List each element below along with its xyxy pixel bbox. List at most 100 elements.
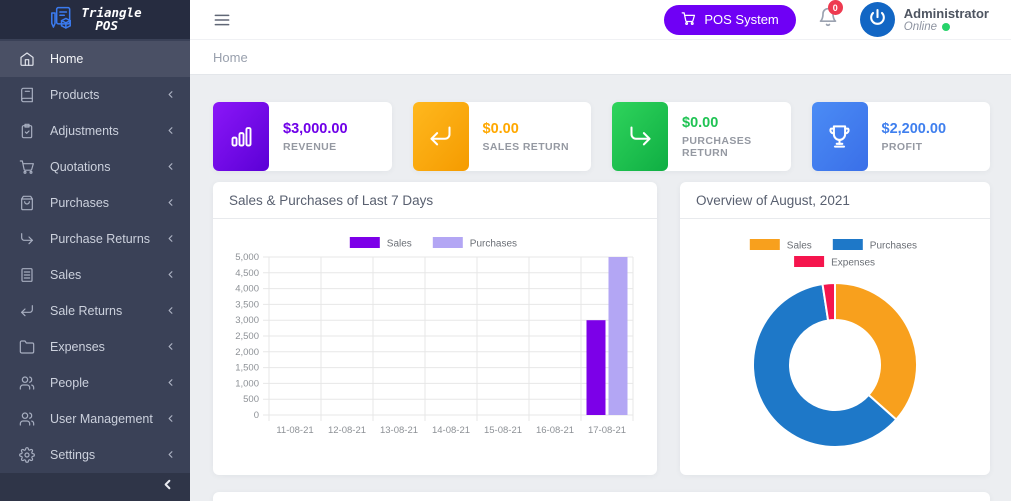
svg-text:13-08-21: 13-08-21: [380, 425, 418, 436]
sidebar-item-people[interactable]: People: [0, 365, 190, 401]
sidebar-item-adjustments[interactable]: Adjustments: [0, 113, 190, 149]
chevron-left-icon: [165, 125, 176, 136]
sidebar-item-expenses[interactable]: Expenses: [0, 329, 190, 365]
svg-text:4,500: 4,500: [235, 268, 259, 279]
stat-label: PURCHASES RETURN: [682, 135, 791, 159]
donut-chart-title: Overview of August, 2021: [680, 182, 990, 219]
stat-value: $0.00: [682, 115, 791, 131]
menu-toggle-icon[interactable]: [212, 10, 232, 30]
svg-text:17-08-21: 17-08-21: [588, 425, 626, 436]
svg-text:12-08-21: 12-08-21: [328, 425, 366, 436]
stat-label: SALES RETURN: [483, 141, 569, 153]
svg-text:15-08-21: 15-08-21: [484, 425, 522, 436]
sidebar-item-sale-returns[interactable]: Sale Returns: [0, 293, 190, 329]
dashboard-content: $3,000.00 REVENUE $0.00 SALES RETURN $0.…: [190, 75, 1011, 501]
power-icon: [868, 8, 887, 32]
purchases-icon: [19, 195, 35, 211]
adjustments-icon: [19, 123, 35, 139]
sidebar-item-label: Purchases: [50, 196, 109, 210]
sidebar-item-user-management[interactable]: User Management: [0, 401, 190, 437]
svg-text:Expenses: Expenses: [831, 258, 875, 269]
chevron-left-icon: [165, 161, 176, 172]
svg-text:Sales: Sales: [387, 239, 412, 250]
expenses-icon: [19, 339, 35, 355]
sidebar-item-label: Expenses: [50, 340, 105, 354]
sidebar-item-quotations[interactable]: Quotations: [0, 149, 190, 185]
svg-text:16-08-21: 16-08-21: [536, 425, 574, 436]
sidebar-item-purchases[interactable]: Purchases: [0, 185, 190, 221]
svg-text:Purchases: Purchases: [870, 241, 917, 252]
svg-text:3,000: 3,000: [235, 315, 259, 326]
sidebar-item-home[interactable]: Home: [0, 41, 190, 77]
sidebar-item-label: Adjustments: [50, 124, 119, 138]
stat-card-purchases-return: $0.00 PURCHASES RETURN: [612, 102, 791, 171]
sidebar-item-products[interactable]: Products: [0, 77, 190, 113]
sidebar-item-settings[interactable]: Settings: [0, 437, 190, 473]
chevron-left-icon: [160, 477, 175, 497]
stat-card-sales-return: $0.00 SALES RETURN: [413, 102, 592, 171]
svg-text:5,000: 5,000: [235, 252, 259, 263]
stat-label: PROFIT: [882, 141, 947, 153]
sidebar: TrianglePOS Home Products Adjustments Qu…: [0, 0, 190, 501]
sidebar-item-label: Products: [50, 88, 99, 102]
chevron-left-icon: [165, 341, 176, 352]
user-name: Administrator: [904, 6, 989, 22]
sidebar-item-label: Settings: [50, 448, 95, 462]
purchase-returns-icon: [19, 231, 35, 247]
notifications-bell[interactable]: 0: [818, 7, 838, 32]
trophy-icon: [812, 102, 868, 171]
svg-text:4,000: 4,000: [235, 284, 259, 295]
sidebar-item-label: Sale Returns: [50, 304, 122, 318]
svg-text:2,000: 2,000: [235, 347, 259, 358]
svg-text:1,000: 1,000: [235, 378, 259, 389]
sidebar-item-purchase-returns[interactable]: Purchase Returns: [0, 221, 190, 257]
user-management-icon: [19, 411, 35, 427]
chevron-left-icon: [165, 377, 176, 388]
donut-chart: Sales Purchases Expenses: [696, 225, 974, 470]
brand-logo[interactable]: TrianglePOS: [0, 0, 190, 39]
main-area: POS System 0 Administrator: [190, 0, 1011, 501]
pos-system-button[interactable]: POS System: [664, 5, 795, 35]
brand-logo-icon: [48, 6, 74, 32]
sidebar-item-sales[interactable]: Sales: [0, 257, 190, 293]
charts-row: Sales & Purchases of Last 7 Days SalesPu…: [213, 182, 990, 475]
chevron-left-icon: [165, 269, 176, 280]
sidebar-item-label: Home: [50, 52, 83, 66]
svg-text:Sales: Sales: [787, 241, 812, 252]
app: TrianglePOS Home Products Adjustments Qu…: [0, 0, 1011, 501]
stat-card-revenue: $3,000.00 REVENUE: [213, 102, 392, 171]
settings-icon: [19, 447, 35, 463]
donut-chart-card: Overview of August, 2021 Sales Purchases E…: [680, 182, 990, 475]
chevron-left-icon: [165, 89, 176, 100]
bottom-card: [213, 492, 990, 501]
stats-row: $3,000.00 REVENUE $0.00 SALES RETURN $0.…: [213, 102, 990, 171]
breadcrumb[interactable]: Home: [213, 50, 248, 65]
chevron-left-icon: [165, 413, 176, 424]
stat-value: $2,200.00: [882, 121, 947, 137]
user-status: Online: [904, 21, 937, 33]
home-icon: [19, 51, 35, 67]
sidebar-item-label: Sales: [50, 268, 81, 282]
top-navbar: POS System 0 Administrator: [190, 0, 1011, 40]
bar-chart: SalesPurchases05001,0001,5002,0002,5003,…: [229, 225, 641, 465]
svg-text:3,500: 3,500: [235, 299, 259, 310]
brand-name-line2: POS: [95, 18, 118, 33]
products-icon: [19, 87, 35, 103]
stat-value: $0.00: [483, 121, 569, 137]
people-icon: [19, 375, 35, 391]
svg-text:Purchases: Purchases: [470, 239, 517, 250]
chevron-left-icon: [165, 233, 176, 244]
breadcrumb-bar: Home: [190, 40, 1011, 75]
cart-icon: [681, 11, 696, 29]
stat-value: $3,000.00: [283, 121, 348, 137]
sidebar-nav: Home Products Adjustments Quotations Pur…: [0, 39, 190, 473]
chevron-left-icon: [165, 305, 176, 316]
avatar: [860, 2, 895, 37]
corner-down-left-icon: [413, 102, 469, 171]
quotations-icon: [19, 159, 35, 175]
svg-text:0: 0: [254, 410, 259, 421]
sidebar-collapse-button[interactable]: [0, 473, 190, 501]
sidebar-item-label: Purchase Returns: [50, 232, 150, 246]
user-menu[interactable]: Administrator Online: [860, 2, 989, 37]
svg-text:1,500: 1,500: [235, 363, 259, 374]
